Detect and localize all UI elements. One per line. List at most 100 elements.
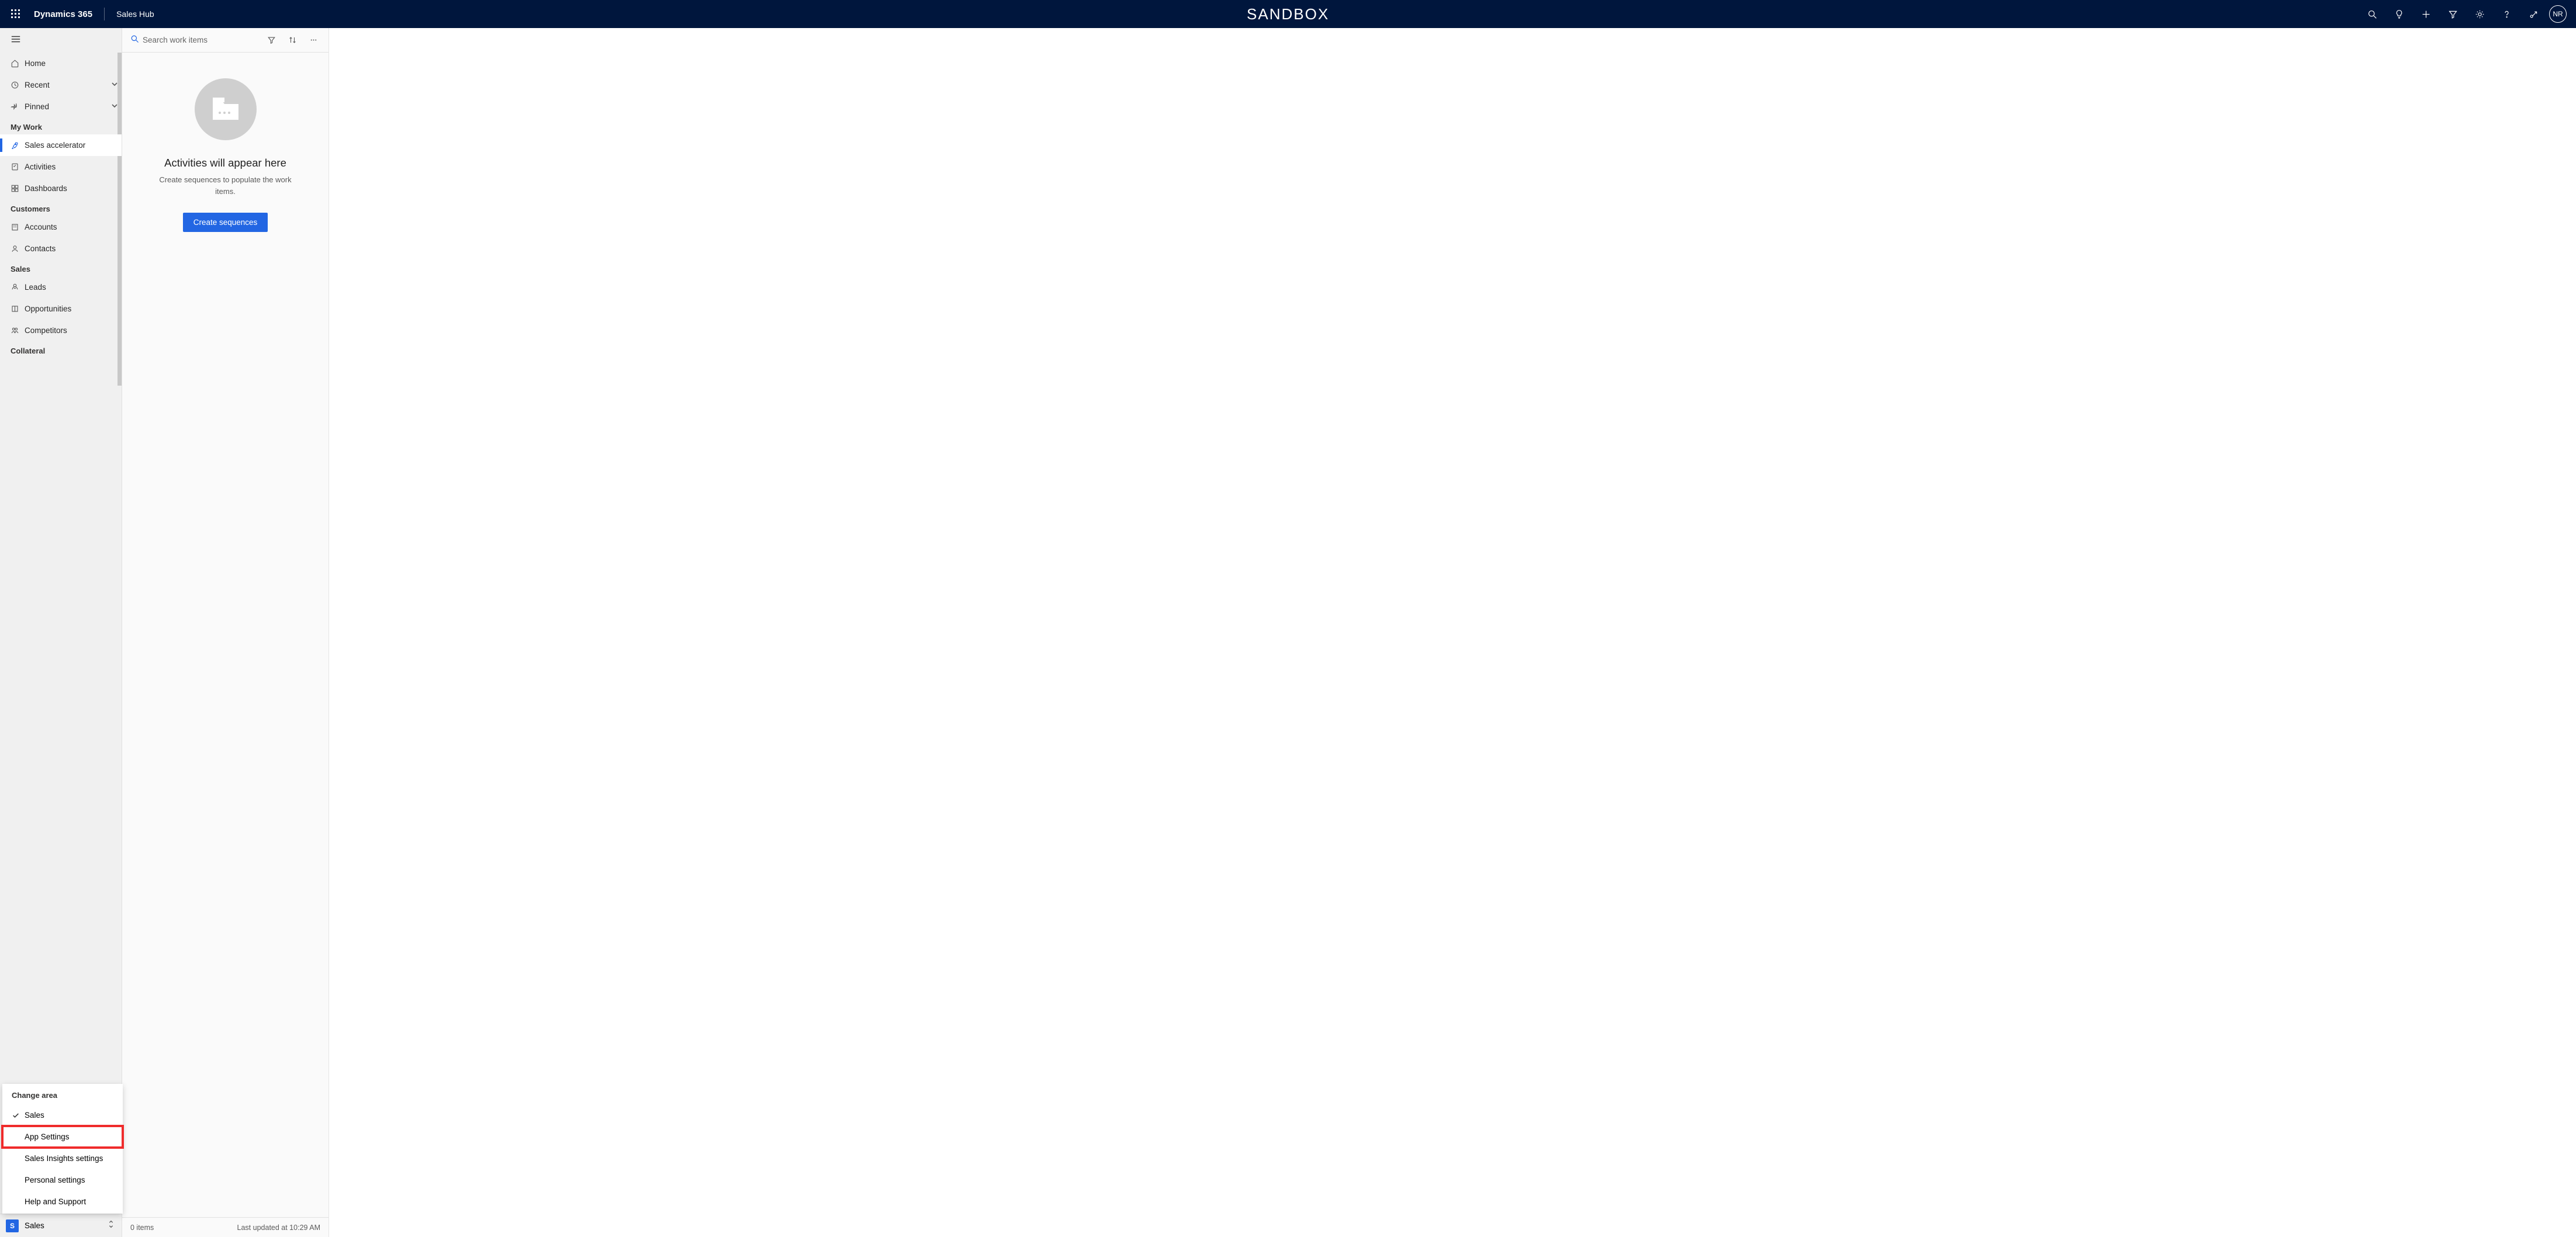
person-icon (11, 244, 25, 253)
folder-icon (209, 95, 242, 123)
sidebar-item-leads[interactable]: Leads (0, 276, 122, 298)
area-option-label: Personal settings (25, 1176, 85, 1184)
waffle-icon (11, 9, 20, 19)
sidebar-toggle-button[interactable] (11, 34, 21, 47)
search-button[interactable] (2359, 0, 2385, 28)
sidebar-item-label: Leads (25, 283, 46, 292)
sidebar-group-mywork: My Work (0, 117, 122, 134)
area-option-help-support[interactable]: Help and Support (2, 1191, 123, 1212)
worklist-sort-button[interactable] (283, 31, 302, 50)
area-option-app-settings[interactable]: App Settings (2, 1126, 123, 1148)
sidebar-group-sales: Sales (0, 259, 122, 276)
worklist-body: Activities will appear here Create seque… (122, 53, 329, 1217)
create-sequences-button[interactable]: Create sequences (183, 213, 268, 232)
sidebar-item-home[interactable]: Home (0, 53, 122, 74)
sidebar-item-recent[interactable]: Recent (0, 74, 122, 96)
sidebar-item-activities[interactable]: Activities (0, 156, 122, 178)
sidebar-item-label: Activities (25, 162, 56, 171)
new-button[interactable] (2412, 0, 2439, 28)
plus-icon (2421, 9, 2431, 19)
global-filter-button[interactable] (2439, 0, 2466, 28)
worklist-filter-button[interactable] (262, 31, 281, 50)
leads-icon (11, 283, 25, 292)
sidebar-group-collateral: Collateral (0, 341, 122, 358)
assistant-button[interactable] (2385, 0, 2412, 28)
area-option-label: Sales (25, 1111, 44, 1120)
empty-subtitle: Create sequences to populate the work it… (150, 174, 302, 197)
pin-icon (11, 102, 25, 111)
sidebar-item-label: Competitors (25, 326, 67, 335)
funnel-icon (2448, 9, 2458, 19)
sidebar-item-label: Dashboards (25, 184, 67, 193)
topbar-left: Dynamics 365 Sales Hub (5, 0, 154, 28)
worklist-panel: Activities will appear here Create seque… (122, 28, 329, 1237)
environment-label: SANDBOX (1247, 0, 1329, 28)
area-badge: S (6, 1219, 19, 1232)
area-popup-header: Change area (2, 1085, 123, 1104)
updown-icon (108, 1219, 115, 1232)
sidebar-item-label: Pinned (25, 102, 49, 111)
more-icon (309, 36, 318, 44)
worklist-last-updated: Last updated at 10:29 AM (237, 1224, 320, 1232)
clock-icon (11, 81, 25, 89)
worklist-item-count: 0 items (130, 1224, 154, 1232)
user-avatar[interactable]: NR (2549, 5, 2567, 23)
sidebar-group-customers: Customers (0, 199, 122, 216)
chevron-down-icon (111, 102, 118, 111)
empty-title: Activities will appear here (164, 157, 286, 169)
sidebar-item-contacts[interactable]: Contacts (0, 238, 122, 259)
area-option-personal-settings[interactable]: Personal settings (2, 1169, 123, 1191)
worklist-search-input[interactable] (141, 33, 260, 47)
sidebar-scroll: Home Recent Pinned My Work Sales acceler… (0, 53, 122, 1214)
sidebar-item-pinned[interactable]: Pinned (0, 96, 122, 117)
share-button[interactable] (2520, 0, 2547, 28)
topbar-title[interactable]: Dynamics 365 (34, 9, 92, 19)
sidebar-item-label: Home (25, 59, 46, 68)
area-option-label: App Settings (25, 1132, 70, 1141)
rocket-icon (11, 141, 25, 150)
search-icon (2367, 9, 2377, 19)
home-icon (11, 59, 25, 68)
checklist-icon (11, 162, 25, 171)
funnel-icon (267, 36, 276, 44)
sidebar-item-label: Accounts (25, 223, 57, 231)
worklist-footer: 0 items Last updated at 10:29 AM (122, 1217, 329, 1237)
dashboard-icon (11, 184, 25, 193)
topbar-divider (104, 8, 105, 20)
check-icon (12, 1111, 25, 1120)
area-option-label: Sales Insights settings (25, 1154, 103, 1163)
app-shell: Home Recent Pinned My Work Sales acceler… (0, 28, 2576, 1237)
help-button[interactable] (2493, 0, 2520, 28)
hamburger-icon (11, 34, 21, 44)
sort-icon (288, 36, 297, 44)
area-option-sales[interactable]: Sales (2, 1104, 123, 1126)
sidebar-item-competitors[interactable]: Competitors (0, 320, 122, 341)
sidebar-item-label: Sales accelerator (25, 141, 85, 150)
lightbulb-icon (2394, 9, 2404, 19)
topbar: Dynamics 365 Sales Hub SANDBOX NR (0, 0, 2576, 28)
app-launcher-button[interactable] (5, 0, 27, 28)
sidebar-item-accounts[interactable]: Accounts (0, 216, 122, 238)
chevron-down-icon (111, 81, 118, 89)
main-content (329, 28, 2576, 1237)
question-icon (2502, 9, 2512, 19)
settings-button[interactable] (2466, 0, 2493, 28)
empty-state-illustration (195, 78, 257, 140)
area-switcher[interactable]: S Sales (0, 1214, 122, 1237)
area-popup: Change area Sales App Settings Sales Ins… (2, 1084, 123, 1214)
area-option-sales-insights[interactable]: Sales Insights settings (2, 1148, 123, 1169)
topbar-subtitle[interactable]: Sales Hub (116, 9, 154, 19)
sidebar-item-opportunities[interactable]: Opportunities (0, 298, 122, 320)
area-option-label: Help and Support (25, 1197, 86, 1206)
competitors-icon (11, 326, 25, 335)
gear-icon (2475, 9, 2485, 19)
sidebar-item-sales-accelerator[interactable]: Sales accelerator (0, 134, 122, 156)
search-icon (130, 34, 139, 46)
opportunity-icon (11, 304, 25, 313)
worklist-more-button[interactable] (304, 31, 323, 50)
sidebar-item-label: Recent (25, 81, 50, 89)
worklist-header (122, 28, 329, 53)
building-icon (11, 223, 25, 231)
sidebar-item-label: Opportunities (25, 304, 71, 313)
sidebar-item-dashboards[interactable]: Dashboards (0, 178, 122, 199)
